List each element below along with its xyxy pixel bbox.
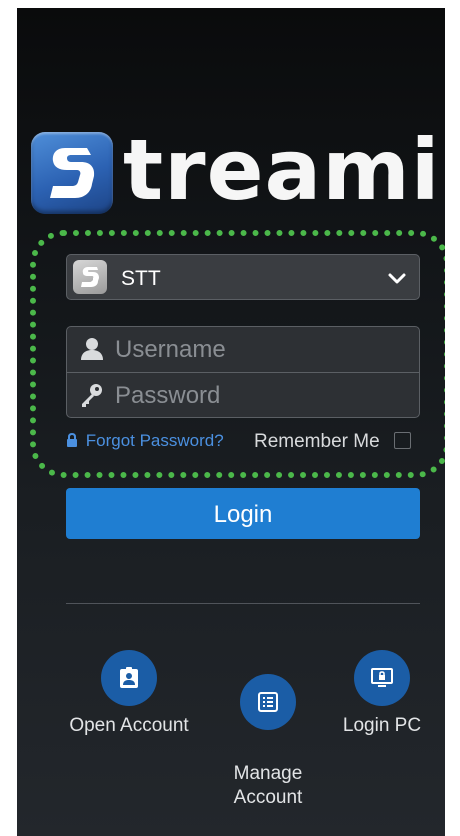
logo-wordmark: treaming xyxy=(123,121,445,219)
broker-logo-icon xyxy=(73,260,107,294)
streaming-logo: treaming xyxy=(31,122,445,218)
app-screen: treaming STT xyxy=(17,8,445,836)
open-account-button[interactable]: Open Account xyxy=(55,650,203,738)
login-button[interactable]: Login xyxy=(66,488,420,539)
monitor-lock-icon xyxy=(354,650,410,706)
lock-icon xyxy=(66,432,83,451)
list-document-icon xyxy=(240,674,296,730)
password-row xyxy=(67,373,419,418)
logo-s-badge-icon xyxy=(31,132,113,214)
username-row xyxy=(67,327,419,373)
forgot-password-label: Forgot Password? xyxy=(85,431,224,450)
login-pc-button[interactable]: Login PC xyxy=(332,650,432,738)
manage-account-button[interactable]: Manage Account xyxy=(213,650,323,834)
user-icon xyxy=(79,336,105,367)
chevron-down-icon[interactable] xyxy=(387,268,407,293)
broker-name: STT xyxy=(121,267,161,290)
key-icon xyxy=(79,382,105,413)
password-input[interactable] xyxy=(115,373,405,418)
forgot-password-link[interactable]: Forgot Password? xyxy=(66,431,224,451)
credentials-box xyxy=(66,326,420,418)
manage-account-label: Manage Account xyxy=(233,763,303,808)
open-account-label: Open Account xyxy=(69,715,189,736)
remember-me-label: Remember Me xyxy=(254,431,380,452)
broker-select[interactable]: STT xyxy=(66,254,420,300)
username-input[interactable] xyxy=(115,327,405,372)
divider xyxy=(66,603,420,604)
remember-me-checkbox[interactable] xyxy=(394,432,411,449)
login-pc-label: Login PC xyxy=(342,715,422,736)
id-badge-icon xyxy=(101,650,157,706)
